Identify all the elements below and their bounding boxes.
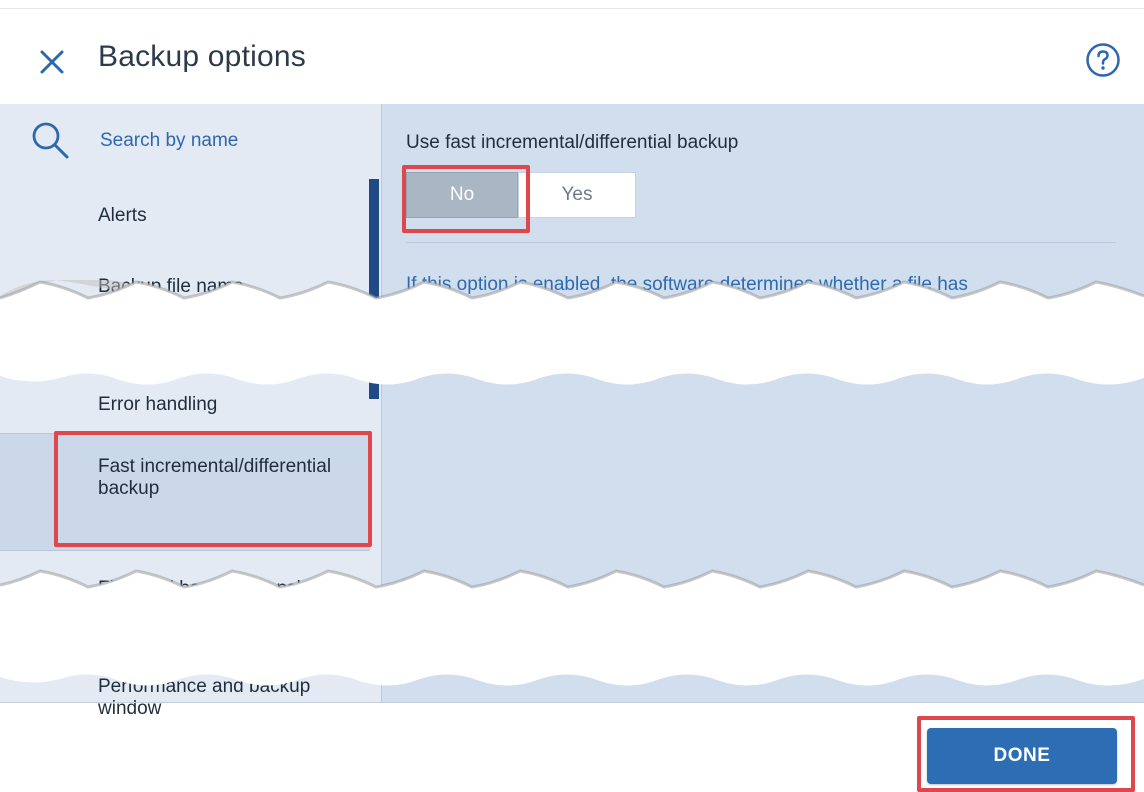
sidebar-item-label: File-level backup snapshot	[98, 578, 323, 599]
sidebar-item-alerts[interactable]: Alerts	[0, 196, 370, 236]
sidebar-item-file-level-snapshot[interactable]: File-level backup snapshot	[0, 572, 370, 612]
option-title: Use fast incremental/differential backup	[406, 132, 739, 153]
done-button[interactable]: DONE	[927, 728, 1117, 784]
sidebar-item-label: Performance and backup window	[98, 676, 311, 719]
sidebar-item-label: Error handling	[98, 394, 218, 415]
dialog-title: Backup options	[98, 40, 306, 73]
content-divider	[406, 242, 1116, 243]
sidebar-item-label: Backup file name	[98, 276, 244, 297]
sidebar-item-backup-file-name[interactable]: Backup file name	[0, 269, 370, 309]
close-icon[interactable]	[34, 44, 70, 80]
sidebar-item-error-handling[interactable]: Error handling	[0, 386, 370, 426]
search-icon[interactable]	[30, 120, 70, 160]
options-sidebar: Alerts Backup file name Error handling F…	[0, 104, 381, 719]
footer-divider	[0, 702, 1144, 703]
yes-no-toggle: No Yes	[406, 172, 636, 218]
options-panel: Alerts Backup file name Error handling F…	[0, 104, 1144, 719]
search-row	[0, 104, 370, 176]
sidebar-item-fast-incremental[interactable]: Fast incremental/differential backup	[0, 433, 370, 551]
toggle-no-button[interactable]: No	[406, 172, 518, 218]
option-content: Use fast incremental/differential backup…	[382, 104, 1144, 702]
sidebar-item-label: Fast incremental/differential backup	[98, 456, 332, 499]
dialog-header: Backup options	[0, 0, 1144, 104]
sidebar-scrollbar[interactable]	[369, 179, 379, 399]
toggle-yes-button[interactable]: Yes	[518, 172, 636, 218]
sidebar-item-label: Alerts	[98, 205, 147, 226]
help-icon[interactable]	[1085, 42, 1121, 78]
option-description: If this option is enabled, the software …	[406, 274, 968, 295]
search-input[interactable]	[98, 126, 342, 156]
sidebar-item-performance-window[interactable]: Performance and backup window	[0, 674, 370, 719]
